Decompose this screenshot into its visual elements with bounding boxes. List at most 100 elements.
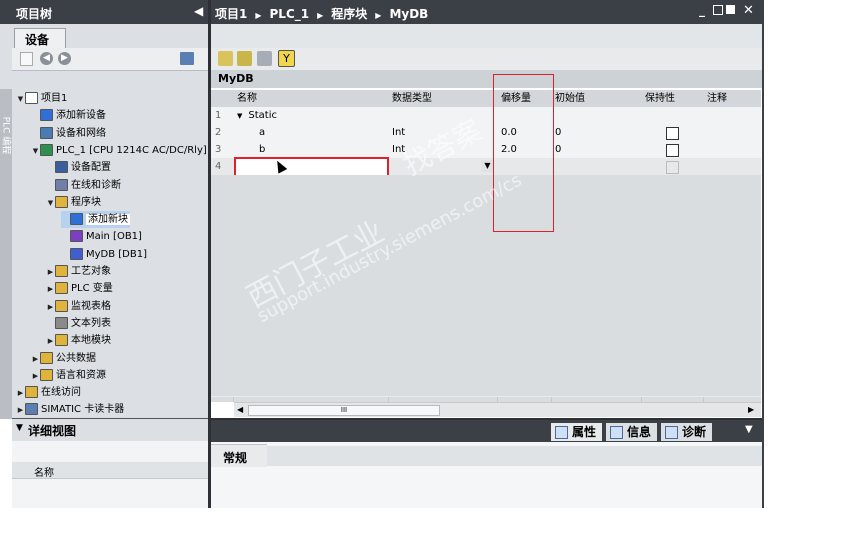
inspector-tab[interactable]: 属性: [551, 423, 603, 441]
collapsed-arrow-icon[interactable]: ▶: [46, 299, 55, 316]
empty-row: [211, 379, 761, 397]
folder-icon: [40, 351, 53, 364]
tree-item[interactable]: ▶ SIMATIC 卡读卡器: [16, 401, 124, 418]
breadcrumb-item[interactable]: PLC_1: [270, 7, 310, 21]
name-cell[interactable]: ▼ Static: [237, 107, 277, 124]
tree-item-label: SIMATIC 卡读卡器: [41, 404, 125, 416]
detail-view-header: ▼ 详细视图: [12, 418, 208, 441]
inspector-tab[interactable]: 信息: [606, 423, 658, 441]
name-cell[interactable]: b: [259, 141, 265, 158]
empty-row: [211, 311, 761, 329]
breadcrumb-item[interactable]: MyDB: [389, 7, 428, 21]
collapsed-arrow-icon[interactable]: ▶: [31, 368, 40, 385]
inspector-collapse-icon[interactable]: ▼: [745, 424, 753, 435]
tree-item[interactable]: ▶ 工艺对象: [46, 263, 111, 280]
type-cell[interactable]: Int: [392, 141, 405, 158]
retain-checkbox[interactable]: [666, 144, 679, 157]
back-icon[interactable]: ◀: [40, 52, 53, 65]
expanded-arrow-icon[interactable]: ▼: [237, 112, 242, 120]
tree-item-label: 项目1: [41, 93, 68, 104]
tree-item-label: 添加新块: [86, 214, 130, 226]
collapsed-arrow-icon[interactable]: ▶: [16, 402, 25, 419]
retain-checkbox[interactable]: [666, 127, 679, 140]
type-cell[interactable]: Int: [392, 124, 405, 141]
tree-item[interactable]: ▶ 本地模块: [46, 332, 111, 349]
devices-tab[interactable]: 设备: [14, 28, 66, 49]
column-header[interactable]: 保持性: [645, 90, 703, 107]
breadcrumb-item[interactable]: 项目1: [215, 7, 247, 21]
tree-item[interactable]: 设备配置: [46, 159, 111, 176]
name-cell[interactable]: a: [259, 124, 265, 141]
new-icon[interactable]: [20, 52, 33, 66]
inspector-tab-label: 信息: [627, 425, 652, 439]
tree-item[interactable]: ▼ 程序块: [46, 194, 101, 211]
column-header[interactable]: 名称: [237, 90, 387, 107]
table-row[interactable]: 1 ▼ Static: [211, 107, 761, 125]
empty-row: [211, 277, 761, 295]
plc-programming-side-tab[interactable]: PLC 编程: [0, 89, 12, 419]
column-header[interactable]: 数据类型: [392, 90, 497, 107]
expanded-arrow-icon[interactable]: ▼: [31, 143, 40, 160]
table-row[interactable]: 2 a Int 0.0 0: [211, 124, 761, 142]
folder-icon: [25, 386, 38, 399]
detail-view-title: 详细视图: [28, 424, 77, 438]
expanded-arrow-icon[interactable]: ▼: [46, 195, 55, 212]
table-row[interactable]: 4 ▼: [211, 157, 761, 177]
minimize-icon[interactable]: _: [699, 3, 705, 17]
tree-item-label: 添加新设备: [56, 110, 106, 122]
tree-item[interactable]: 文本列表: [46, 315, 111, 332]
add-row-icon[interactable]: [237, 51, 252, 66]
scroll-left-icon[interactable]: ◀: [237, 405, 243, 414]
forward-icon[interactable]: ▶: [58, 52, 71, 65]
init-cell[interactable]: 0: [555, 141, 561, 158]
tree-item[interactable]: ▼ PLC_1 [CPU 1214C AC/DC/Rly]: [31, 142, 207, 159]
close-icon[interactable]: ✕: [743, 3, 754, 18]
tree-item[interactable]: Main [OB1]: [61, 228, 142, 245]
tree-item[interactable]: 在线和诊断: [46, 177, 121, 194]
tree-item[interactable]: ▶ 在线访问: [16, 384, 81, 401]
empty-row: [211, 243, 761, 261]
restore-icon[interactable]: [713, 5, 723, 15]
new-row-name-input[interactable]: [234, 157, 389, 177]
tree-item-label: 在线访问: [41, 387, 81, 399]
breadcrumb-item[interactable]: 程序块: [331, 7, 367, 21]
tree-item[interactable]: ▶ 公共数据: [31, 350, 96, 367]
retain-checkbox[interactable]: [666, 161, 679, 174]
horizontal-scrollbar[interactable]: ◀ III ▶: [234, 402, 761, 417]
collapsed-arrow-icon[interactable]: ▶: [46, 333, 55, 350]
general-section-tab[interactable]: 常规: [211, 444, 267, 467]
collapsed-arrow-icon[interactable]: ▶: [46, 264, 55, 281]
tree-item[interactable]: 添加新设备: [31, 107, 106, 124]
detail-view-toggle-icon[interactable]: ▼: [16, 423, 23, 433]
scroll-thumb[interactable]: III: [248, 405, 440, 416]
inspector-header: 属性 信息 诊断 ▼: [211, 418, 762, 444]
tree-item[interactable]: ▼ 项目1: [16, 90, 67, 107]
tree-item[interactable]: ▶ 语言和资源: [31, 367, 106, 384]
ob-icon: [70, 230, 83, 243]
online-diag-icon: [55, 178, 68, 191]
properties-icon: [555, 426, 568, 439]
tree-item[interactable]: ▶ PLC 变量: [46, 280, 113, 297]
tree-item[interactable]: 设备和网络: [31, 125, 106, 142]
snapshot-icon[interactable]: [257, 51, 272, 66]
tree-item[interactable]: 添加新块: [61, 211, 130, 229]
db-table: 名称 数据类型 偏移量 初始值 保持性 注释 1 ▼ Static 2 a Int 0.0 0 3 b Int 2…: [211, 90, 761, 402]
overview-icon[interactable]: [180, 52, 194, 65]
db-toolbar: Y: [211, 48, 762, 70]
column-header[interactable]: 初始值: [555, 90, 641, 107]
tree-item[interactable]: ▶ 监视表格: [46, 298, 111, 315]
expanded-arrow-icon[interactable]: ▼: [16, 91, 25, 108]
filter-icon[interactable]: Y: [278, 50, 295, 67]
scroll-right-icon[interactable]: ▶: [748, 405, 754, 414]
column-header[interactable]: 注释: [707, 90, 762, 107]
init-cell[interactable]: 0: [555, 124, 561, 141]
inspector-tab[interactable]: 诊断: [661, 423, 713, 441]
collapsed-arrow-icon[interactable]: ▶: [46, 281, 55, 298]
detail-view-column-header: 名称: [12, 462, 208, 479]
maximize-icon[interactable]: [726, 5, 735, 14]
collapse-left-icon[interactable]: ◀: [194, 4, 203, 18]
insert-row-icon[interactable]: [218, 51, 233, 66]
tree-item[interactable]: MyDB [DB1]: [61, 246, 147, 263]
collapsed-arrow-icon[interactable]: ▶: [16, 385, 25, 402]
collapsed-arrow-icon[interactable]: ▶: [31, 351, 40, 368]
